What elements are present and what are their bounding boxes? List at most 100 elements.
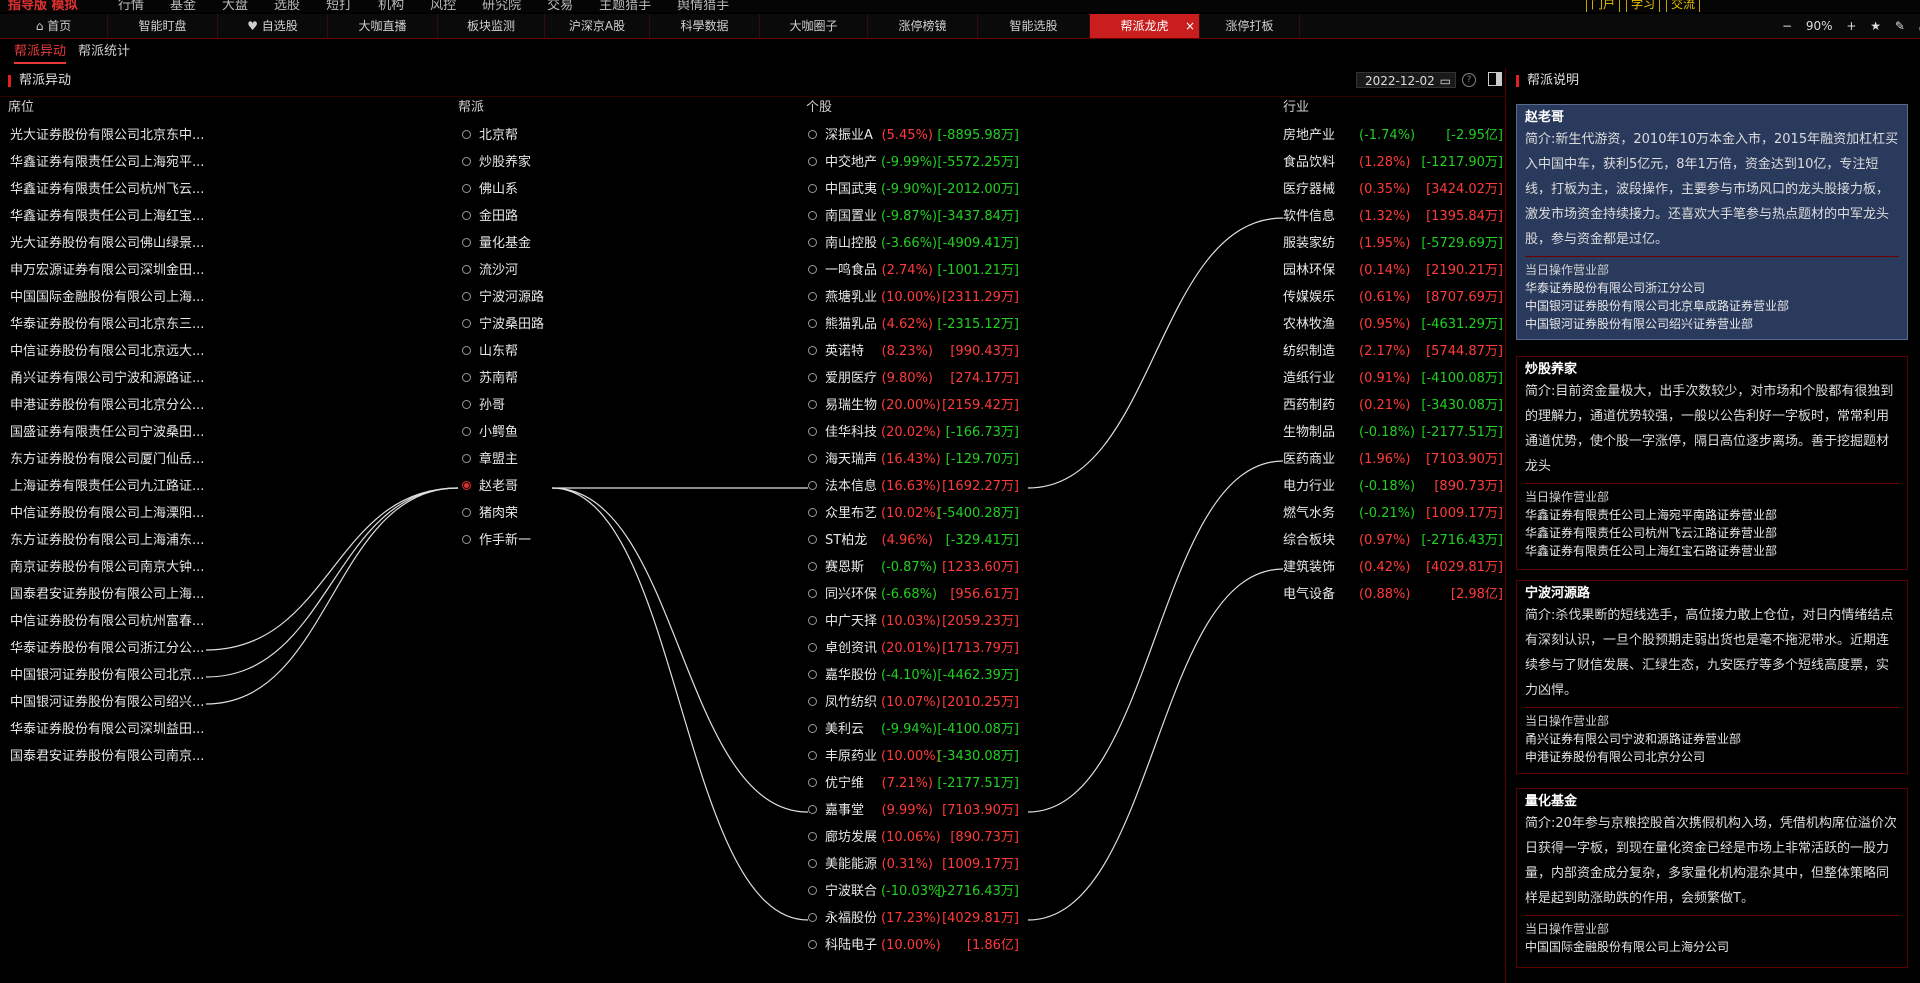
gang-card-op-seat[interactable]: 申港证券股份有限公司北京分公司 <box>1525 748 1899 766</box>
industry-row[interactable]: 电力行业 (-0.18%) [890.73万] <box>1283 479 1503 495</box>
seat-row[interactable]: 甬兴证券有限公司宁波和源路证... <box>10 371 204 387</box>
tab-9[interactable]: 智能选股 <box>978 14 1090 38</box>
radio-button[interactable] <box>808 238 817 247</box>
tab-5[interactable]: 沪深京A股 <box>545 14 650 38</box>
menu-item[interactable]: 风控 <box>430 0 456 12</box>
seat-row[interactable]: 国盛证券有限责任公司宁波桑田... <box>10 425 204 441</box>
gang-card[interactable]: 炒股养家 简介:目前资金量极大，出手次数较少，对市场和个股都有很独到的理解力，通道… <box>1516 356 1908 570</box>
industry-row[interactable]: 燃气水务 (-0.21%) [1009.17万] <box>1283 506 1503 522</box>
stock-row[interactable]: 熊猫乳品 (4.62%) [-2315.12万] <box>808 317 1019 333</box>
stock-row[interactable]: 永福股份 (17.23%)[4029.81万] <box>808 911 1019 927</box>
industry-row[interactable]: 软件信息 (1.32%) [1395.84万] <box>1283 209 1503 225</box>
menu-item[interactable]: 机构 <box>378 0 404 12</box>
menu-item[interactable]: 交易 <box>547 0 573 12</box>
gang-row[interactable]: 流沙河 <box>462 263 518 279</box>
close-icon[interactable]: × <box>1185 14 1195 38</box>
stock-row[interactable]: 科陆电子 (10.00%) [1.86亿] <box>808 938 1019 954</box>
stock-row[interactable]: 中广天择 (10.03%)[2059.23万] <box>808 614 1019 630</box>
top-right-button[interactable]: 学习 <box>1626 0 1661 12</box>
gang-row[interactable]: 苏南帮 <box>462 371 518 387</box>
tab-3[interactable]: 大咖直播 <box>328 14 438 38</box>
stock-row[interactable]: 嘉华股份 (-4.10%)[-4462.39万] <box>808 668 1019 684</box>
seat-row[interactable]: 光大证券股份有限公司北京东中... <box>10 128 204 144</box>
stock-row[interactable]: 丰原药业 (10.00%)[-3430.08万] <box>808 749 1019 765</box>
stock-row[interactable]: 宁波联合 (-10.03%)[-2716.43万] <box>808 884 1019 900</box>
stock-row[interactable]: 佳华科技 (20.02%) [-166.73万] <box>808 425 1019 441</box>
radio-button[interactable] <box>808 265 817 274</box>
tab-2[interactable]: ♥ 自选股 <box>218 14 328 38</box>
radio-button[interactable] <box>808 940 817 949</box>
seat-row[interactable]: 华泰证券股份有限公司深圳益田... <box>10 722 204 738</box>
top-right-button[interactable]: 门户 <box>1586 0 1621 12</box>
radio-button[interactable] <box>808 157 817 166</box>
tab-11[interactable]: 涨停打板 <box>1200 14 1300 38</box>
menu-item[interactable]: 主题猎手 <box>599 0 651 12</box>
radio-button[interactable] <box>808 373 817 382</box>
stock-row[interactable]: 美能能源 (0.31%) [1009.17万] <box>808 857 1019 873</box>
radio-button[interactable] <box>808 886 817 895</box>
radio-button[interactable] <box>808 454 817 463</box>
radio-button[interactable] <box>462 481 471 490</box>
gang-card[interactable]: 宁波河源路 简介:杀伐果断的短线选手，高位接力敢上仓位，对日内情绪结点有深刻认识，… <box>1516 580 1908 774</box>
seat-row[interactable]: 国泰君安证券股份有限公司南京... <box>10 749 204 765</box>
radio-button[interactable] <box>808 184 817 193</box>
seat-row[interactable]: 东方证券股份有限公司厦门仙岳... <box>10 452 204 468</box>
radio-button[interactable] <box>462 400 471 409</box>
zoom-in-button[interactable]: + <box>1846 19 1856 33</box>
menu-item[interactable]: 基金 <box>170 0 196 12</box>
radio-button[interactable] <box>808 724 817 733</box>
gang-row[interactable]: 山东帮 <box>462 344 518 360</box>
radio-button[interactable] <box>808 859 817 868</box>
radio-button[interactable] <box>462 535 471 544</box>
seat-row[interactable]: 中国银河证券股份有限公司北京... <box>10 668 204 684</box>
radio-button[interactable] <box>808 400 817 409</box>
gang-card-op-seat[interactable]: 华鑫证券有限责任公司上海红宝石路证券营业部 <box>1525 542 1899 560</box>
radio-button[interactable] <box>808 292 817 301</box>
seat-row[interactable]: 华鑫证券有限责任公司上海宛平... <box>10 155 204 171</box>
stock-row[interactable]: 英诺特 (8.23%) [990.43万] <box>808 344 1019 360</box>
radio-button[interactable] <box>808 346 817 355</box>
tab-1[interactable]: 智能盯盘 <box>108 14 218 38</box>
gang-row[interactable]: 猪肉荣 <box>462 506 518 522</box>
radio-button[interactable] <box>808 130 817 139</box>
radio-button[interactable] <box>462 211 471 220</box>
seat-row[interactable]: 中国银河证券股份有限公司绍兴... <box>10 695 204 711</box>
industry-row[interactable]: 医药商业 (1.96%) [7103.90万] <box>1283 452 1503 468</box>
stock-row[interactable]: 众里布艺 (10.02%)[-5400.28万] <box>808 506 1019 522</box>
stock-row[interactable]: 中交地产 (-9.99%)[-5572.25万] <box>808 155 1019 171</box>
radio-button[interactable] <box>808 481 817 490</box>
subtab-1[interactable]: 帮派统计 <box>78 42 130 62</box>
industry-row[interactable]: 造纸行业 (0.91%) [-4100.08万] <box>1283 371 1503 387</box>
industry-row[interactable]: 建筑装饰 (0.42%) [4029.81万] <box>1283 560 1503 576</box>
radio-button[interactable] <box>462 238 471 247</box>
stock-row[interactable]: 廊坊发展 (10.06%) [890.73万] <box>808 830 1019 846</box>
gang-row[interactable]: 宁波桑田路 <box>462 317 544 333</box>
radio-button[interactable] <box>808 616 817 625</box>
radio-button[interactable] <box>808 427 817 436</box>
top-right-button[interactable]: 交流 <box>1666 0 1701 12</box>
radio-button[interactable] <box>808 319 817 328</box>
gang-row[interactable]: 作手新一 <box>462 533 531 549</box>
gang-row[interactable]: 佛山系 <box>462 182 518 198</box>
radio-button[interactable] <box>462 292 471 301</box>
gang-card-op-seat[interactable]: 华泰证券股份有限公司浙江分公司 <box>1525 279 1899 297</box>
gang-row[interactable]: 章盟主 <box>462 452 518 468</box>
gang-card-op-seat[interactable]: 中国银河证券股份有限公司绍兴证券营业部 <box>1525 315 1899 333</box>
seat-row[interactable]: 上海证券有限责任公司九江路证... <box>10 479 204 495</box>
stock-row[interactable]: 赛恩斯 (-0.87%) [1233.60万] <box>808 560 1019 576</box>
menu-item[interactable]: 舆情猎手 <box>677 0 729 12</box>
industry-row[interactable]: 生物制品 (-0.18%) [-2177.51万] <box>1283 425 1503 441</box>
radio-button[interactable] <box>462 184 471 193</box>
stock-row[interactable]: 一鸣食品 (2.74%) [-1001.21万] <box>808 263 1019 279</box>
industry-row[interactable]: 食品饮料 (1.28%) [-1217.90万] <box>1283 155 1503 171</box>
industry-row[interactable]: 农林牧渔 (0.95%) [-4631.29万] <box>1283 317 1503 333</box>
menu-item[interactable]: 大盘 <box>222 0 248 12</box>
industry-row[interactable]: 园林环保 (0.14%) [2190.21万] <box>1283 263 1503 279</box>
tab-6[interactable]: 科學数据 <box>650 14 760 38</box>
radio-button[interactable] <box>462 319 471 328</box>
stock-row[interactable]: 燕塘乳业 (10.00%)[2311.29万] <box>808 290 1019 306</box>
radio-button[interactable] <box>808 562 817 571</box>
gang-card[interactable]: 量化基金 简介:20年参与京粮控股首次携假机构入场，凭借机构席位溢价次日获得一字板… <box>1516 788 1908 968</box>
radio-button[interactable] <box>808 832 817 841</box>
gang-card-op-seat[interactable]: 华鑫证券有限责任公司上海宛平南路证券营业部 <box>1525 506 1899 524</box>
